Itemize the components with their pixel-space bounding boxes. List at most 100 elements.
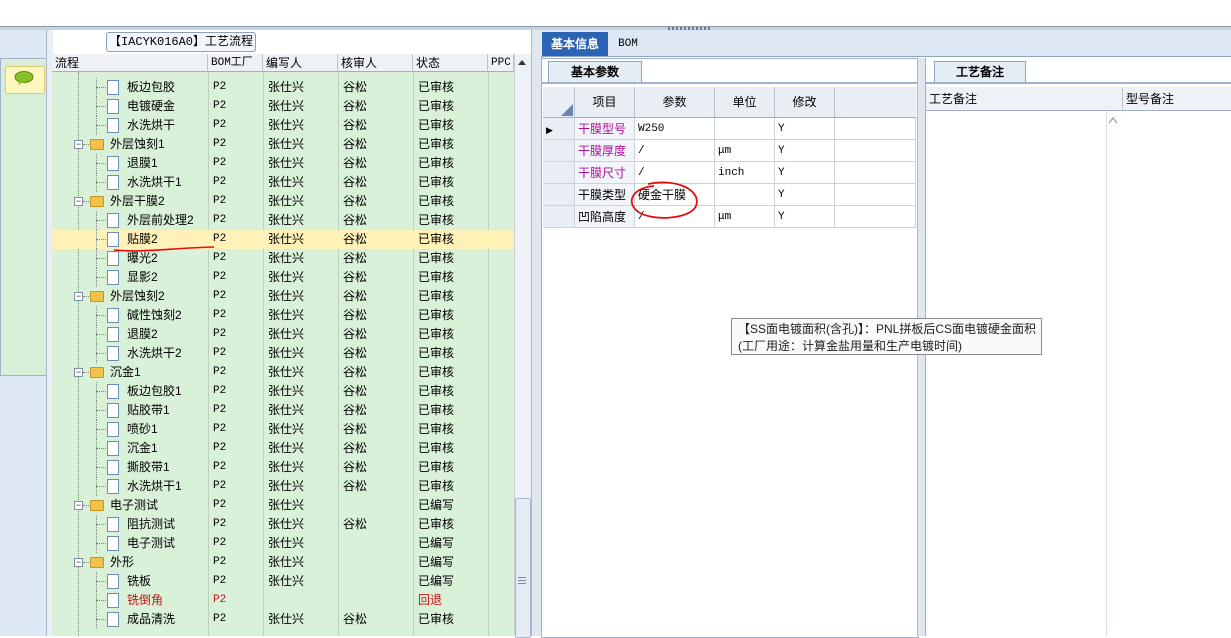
tree-folder-row[interactable]: − 沉金1 P2 张仕兴 谷松 已审核 — [52, 363, 514, 382]
tree-folder-row[interactable]: − 电子测试 P2 张仕兴 已编写 — [52, 496, 514, 515]
param-value-cell[interactable]: / — [635, 140, 715, 162]
param-col-item[interactable]: 项目 — [575, 87, 635, 118]
folder-icon — [90, 196, 104, 207]
param-value-cell[interactable]: W250 — [635, 118, 715, 140]
tree-row[interactable]: 水洗烘干2 P2 张仕兴 谷松 已审核 — [52, 344, 514, 363]
row-indicator[interactable]: ▶ — [543, 118, 575, 140]
tree-row[interactable]: 板边包胶 P2 张仕兴 谷松 已审核 — [52, 78, 514, 97]
collapse-toggle-icon[interactable]: − — [74, 558, 83, 567]
writer-cell: 张仕兴 — [268, 156, 305, 170]
param-row[interactable]: 干膜尺寸 / inch Y — [543, 162, 916, 184]
tree-row[interactable]: 贴胶带1 P2 张仕兴 谷松 已审核 — [52, 401, 514, 420]
document-icon — [107, 175, 119, 190]
tree-row[interactable]: 铣板 P2 张仕兴 已编写 — [52, 572, 514, 591]
tree-branch-line — [96, 258, 106, 260]
param-col-modify[interactable]: 修改 — [775, 87, 835, 118]
document-icon — [107, 270, 119, 285]
row-indicator[interactable] — [543, 140, 575, 162]
remark-scroll-up-icon[interactable] — [1108, 116, 1118, 124]
bom-factory-cell: P2 — [213, 556, 227, 568]
param-filler-cell — [835, 118, 916, 140]
tab-bom[interactable]: BOM — [612, 32, 644, 56]
remark-scrollbar[interactable] — [1106, 111, 1123, 636]
tree-folder-row[interactable]: − 外形 P2 张仕兴 已编写 — [52, 553, 514, 572]
tree-branch-line — [83, 372, 89, 374]
process-col-5[interactable]: PPC — [488, 54, 514, 72]
tree-row[interactable]: 沉金1 P2 张仕兴 谷松 已审核 — [52, 439, 514, 458]
tree-row[interactable]: 电镀硬金 P2 张仕兴 谷松 已审核 — [52, 97, 514, 116]
document-icon — [107, 384, 119, 399]
scroll-up-arrow-icon[interactable] — [516, 57, 528, 69]
row-indicator[interactable] — [543, 184, 575, 206]
tab-basic-parameters[interactable]: 基本参数 — [548, 61, 642, 83]
tree-row[interactable]: 成品清洗 P2 张仕兴 谷松 已审核 — [52, 610, 514, 629]
document-icon — [107, 517, 119, 532]
param-row[interactable]: 凹陷高度 / μm Y — [543, 206, 916, 228]
tree-node-label: 成品清洗 — [127, 612, 176, 626]
tree-node-label: 碱性蚀刻2 — [127, 308, 182, 322]
collapse-toggle-icon[interactable]: − — [74, 292, 83, 301]
param-row[interactable]: 干膜类型 硬金干膜 Y — [543, 184, 916, 206]
process-col-0[interactable]: 流程 — [52, 54, 208, 72]
status-cell: 已审核 — [418, 118, 455, 132]
process-col-2[interactable]: 编写人 — [263, 54, 338, 72]
tree-row[interactable]: 外层前处理2 P2 张仕兴 谷松 已审核 — [52, 211, 514, 230]
tree-row[interactable]: 碱性蚀刻2 P2 张仕兴 谷松 已审核 — [52, 306, 514, 325]
tree-row[interactable]: 喷砂1 P2 张仕兴 谷松 已审核 — [52, 420, 514, 439]
tree-folder-row[interactable]: − 外层蚀刻1 P2 张仕兴 谷松 已审核 — [52, 135, 514, 154]
status-cell: 已审核 — [418, 289, 455, 303]
bom-factory-cell: P2 — [213, 214, 227, 226]
bom-factory-cell: P2 — [213, 442, 227, 454]
tree-branch-line — [83, 562, 89, 564]
process-col-3[interactable]: 核审人 — [338, 54, 413, 72]
param-col-value[interactable]: 参数 — [635, 87, 715, 118]
scrollbar-thumb[interactable] — [515, 498, 531, 638]
collapse-toggle-icon[interactable]: − — [74, 140, 83, 149]
tree-row[interactable]: 退膜1 P2 张仕兴 谷松 已审核 — [52, 154, 514, 173]
tree-row[interactable]: 板边包胶1 P2 张仕兴 谷松 已审核 — [52, 382, 514, 401]
remark-tab-underline — [925, 82, 1231, 84]
tree-row[interactable]: 撕胶带1 P2 张仕兴 谷松 已审核 — [52, 458, 514, 477]
writer-cell: 张仕兴 — [268, 175, 305, 189]
tree-folder-row[interactable]: − 外层干膜2 P2 张仕兴 谷松 已审核 — [52, 192, 514, 211]
remark-col-process[interactable]: 工艺备注 — [926, 87, 1123, 111]
tree-row[interactable]: 水洗烘干 P2 张仕兴 谷松 已审核 — [52, 116, 514, 135]
row-indicator[interactable] — [543, 206, 575, 228]
remark-col-model[interactable]: 型号备注 — [1123, 87, 1231, 111]
tree-node-label: 外层蚀刻2 — [110, 289, 165, 303]
collapse-toggle-icon[interactable]: − — [74, 197, 83, 206]
param-row[interactable]: ▶ 干膜型号 W250 Y — [543, 118, 916, 140]
status-cell: 已审核 — [418, 175, 455, 189]
tree-row[interactable]: 铣倒角 P2 回退 — [52, 591, 514, 610]
tree-node-label: 喷砂1 — [127, 422, 158, 436]
tree-branch-line — [96, 581, 106, 583]
collapse-toggle-icon[interactable]: − — [74, 368, 83, 377]
row-indicator[interactable] — [543, 162, 575, 184]
writer-cell: 张仕兴 — [268, 479, 305, 493]
tree-row[interactable]: 水洗烘干1 P2 张仕兴 谷松 已审核 — [52, 173, 514, 192]
tree-folder-row[interactable]: − 外层蚀刻2 P2 张仕兴 谷松 已审核 — [52, 287, 514, 306]
tree-row[interactable]: 水洗烘干1 P2 张仕兴 谷松 已审核 — [52, 477, 514, 496]
tree-node-label: 铣倒角 — [127, 593, 164, 607]
tab-basic-info[interactable]: 基本信息 — [542, 32, 608, 56]
tree-row[interactable]: 退膜2 P2 张仕兴 谷松 已审核 — [52, 325, 514, 344]
process-col-4[interactable]: 状态 — [413, 54, 488, 72]
tree-row[interactable]: 电子测试 P2 张仕兴 已编写 — [52, 534, 514, 553]
status-cell: 已审核 — [418, 460, 455, 474]
bom-factory-cell: P2 — [213, 195, 227, 207]
document-icon — [107, 479, 119, 494]
param-col-unit[interactable]: 单位 — [715, 87, 775, 118]
tree-row[interactable]: 显影2 P2 张仕兴 谷松 已审核 — [52, 268, 514, 287]
writer-cell: 张仕兴 — [268, 327, 305, 341]
param-row[interactable]: 干膜厚度 / μm Y — [543, 140, 916, 162]
tree-branch-line — [96, 467, 106, 469]
tree-branch-line — [96, 600, 106, 602]
folder-icon — [90, 139, 104, 150]
tree-branch-line — [96, 125, 106, 127]
tab-process-remark[interactable]: 工艺备注 — [934, 61, 1026, 83]
main-tab-bar — [541, 30, 1231, 57]
process-col-1[interactable]: BOM工厂 — [208, 54, 263, 72]
tree-row[interactable]: 阻抗测试 P2 张仕兴 谷松 已审核 — [52, 515, 514, 534]
reviewer-cell: 谷松 — [343, 289, 368, 303]
collapse-toggle-icon[interactable]: − — [74, 501, 83, 510]
